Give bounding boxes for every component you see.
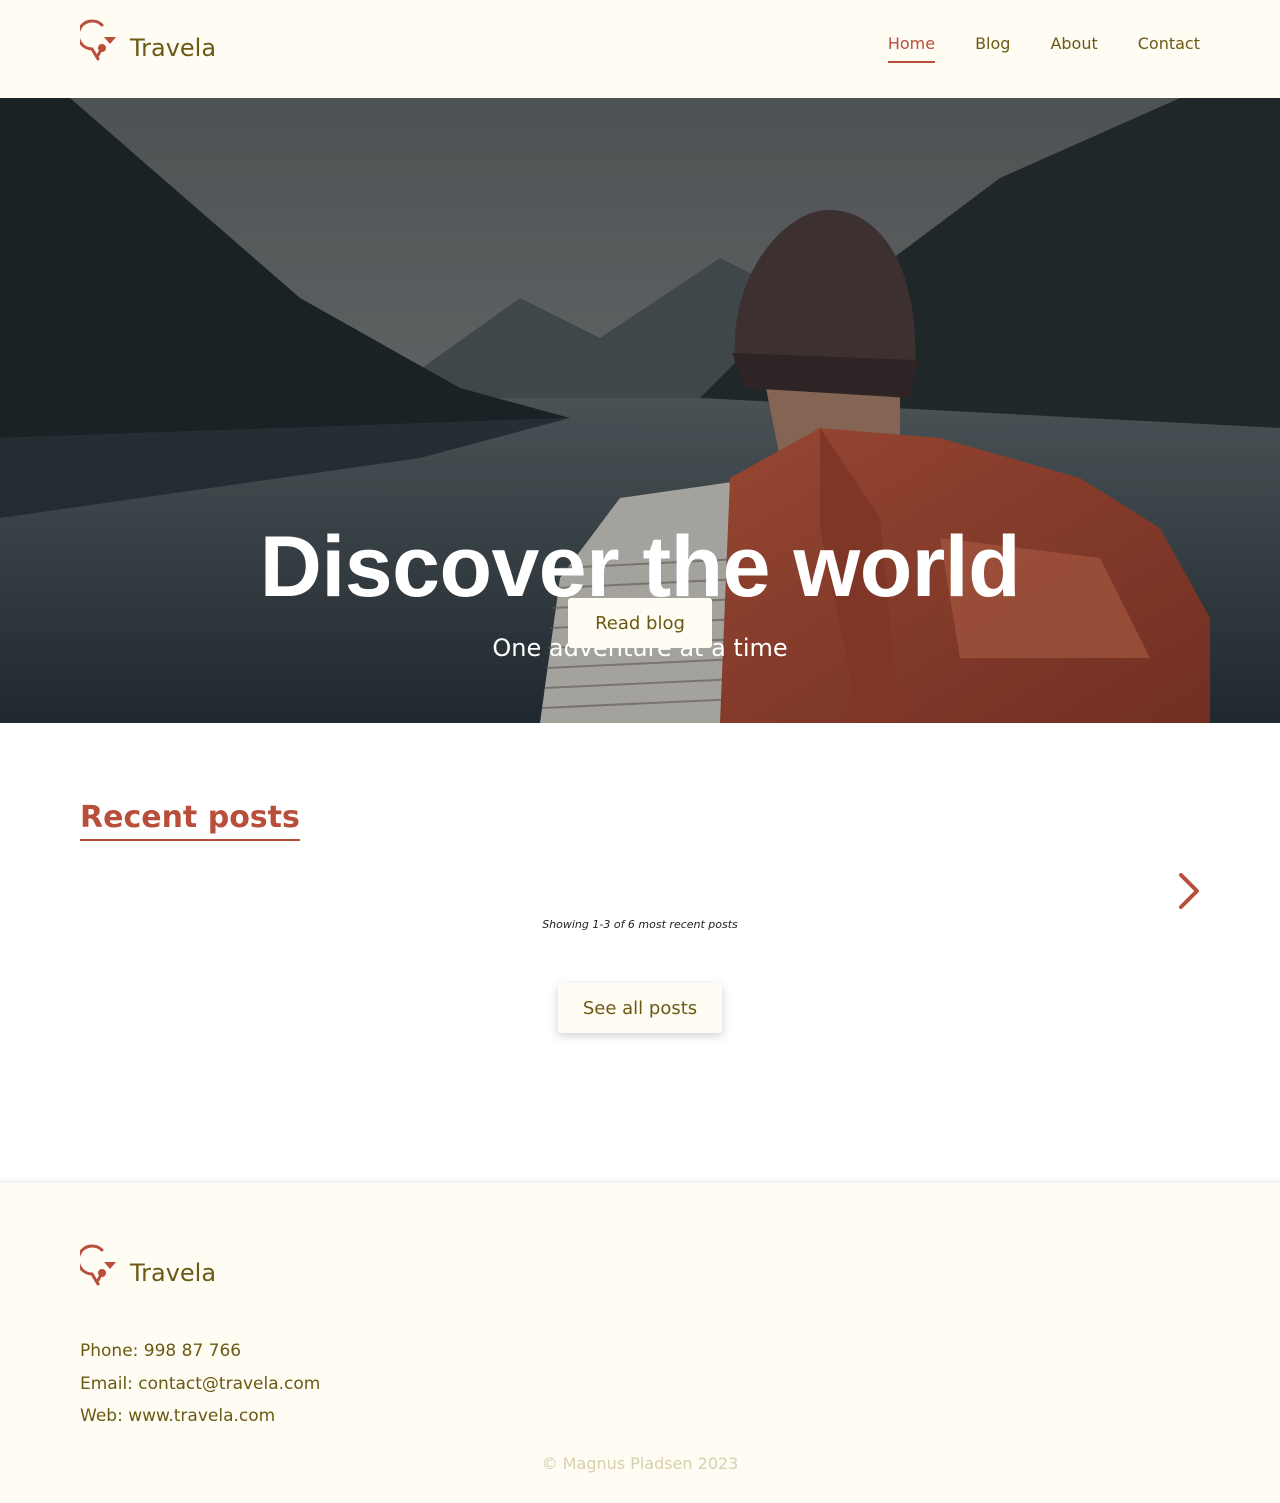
site-header: Travela Home Blog About Contact: [0, 0, 1280, 98]
nav-item-blog[interactable]: Blog: [975, 34, 1010, 63]
nav-item-about[interactable]: About: [1050, 34, 1097, 63]
nav-item-home[interactable]: Home: [887, 34, 936, 63]
contact-email: Email: contact@travela.com: [80, 1373, 321, 1394]
brand-name: Travela: [130, 34, 217, 62]
copyright-text: © Magnus Pladsen 2023: [541, 1454, 739, 1473]
header-logo[interactable]: Travela: [80, 16, 216, 66]
map-pin-refresh-icon: [80, 19, 116, 61]
footer-logo[interactable]: Travela: [80, 1241, 216, 1291]
chevron-right-icon[interactable]: [1172, 870, 1204, 912]
posts-count-text: Showing 1-3 of 6 most recent posts: [542, 918, 738, 931]
see-all-posts-button[interactable]: See all posts: [558, 983, 722, 1033]
site-footer: Travela Phone: 998 87 766 Email: contact…: [0, 1183, 1280, 1503]
nav-item-contact[interactable]: Contact: [1138, 34, 1200, 63]
recent-posts-title: Recent posts: [80, 800, 300, 841]
contact-phone: Phone: 998 87 766: [80, 1341, 242, 1361]
footer-brand-name: Travela: [130, 1259, 217, 1287]
read-blog-button[interactable]: Read blog: [568, 598, 712, 648]
contact-web: Web: www.travela.com: [80, 1406, 276, 1426]
map-pin-refresh-icon: [80, 1244, 116, 1286]
main-nav: Home Blog About Contact: [887, 34, 1200, 63]
contact-info: Phone: 998 87 766 Email: contact@travela…: [80, 1335, 320, 1433]
